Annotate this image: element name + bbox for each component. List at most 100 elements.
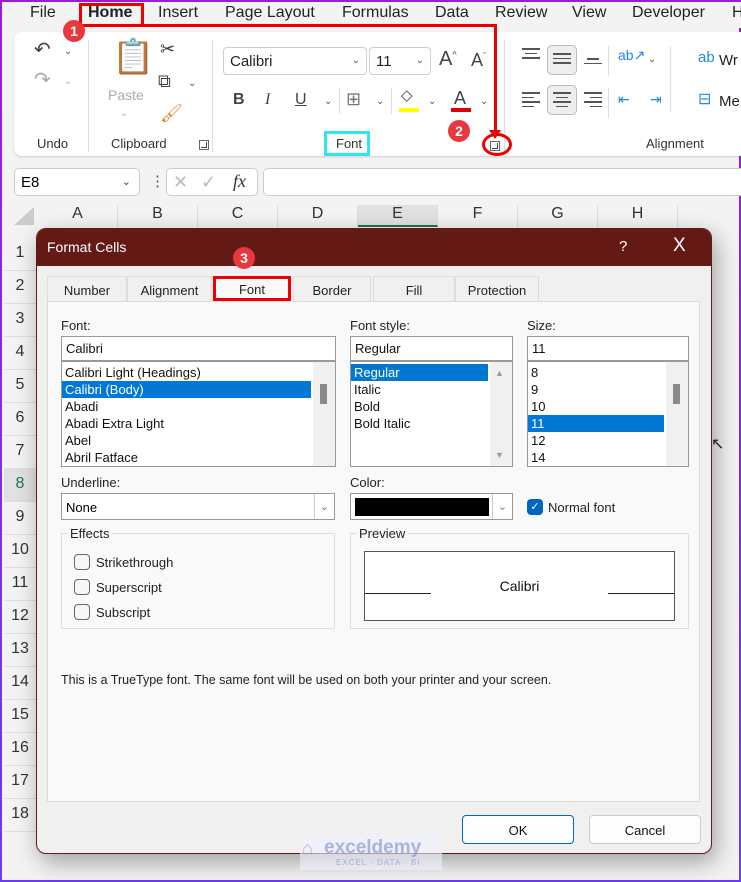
- font-style-input[interactable]: Regular: [350, 336, 513, 361]
- orientation-icon[interactable]: ab↗: [618, 48, 645, 62]
- row-header-7[interactable]: 7: [4, 436, 36, 469]
- increase-indent-icon[interactable]: ⇥: [650, 92, 662, 106]
- superscript-label[interactable]: Superscript: [96, 580, 162, 595]
- scrollbar-thumb[interactable]: [320, 384, 327, 404]
- font-list-item[interactable]: Abril Fatface: [62, 449, 311, 466]
- tab-developer[interactable]: Developer: [632, 4, 705, 22]
- decrease-indent-icon[interactable]: ⇤: [618, 92, 630, 106]
- wrap-text-icon[interactable]: ab: [698, 50, 715, 65]
- font-list-item[interactable]: Abadi: [62, 398, 311, 415]
- column-header-e[interactable]: E: [358, 205, 438, 227]
- tab-number[interactable]: Number: [47, 276, 127, 301]
- font-style-scrollbar[interactable]: ▲ ▼: [490, 362, 512, 466]
- font-list-item[interactable]: Calibri Light (Headings): [62, 364, 311, 381]
- help-button[interactable]: ?: [619, 238, 627, 255]
- normal-font-label[interactable]: Normal font: [548, 500, 615, 515]
- tab-view[interactable]: View: [572, 4, 606, 22]
- select-all-corner[interactable]: [14, 207, 34, 225]
- row-header-11[interactable]: 11: [4, 568, 36, 601]
- tab-file[interactable]: File: [30, 4, 56, 22]
- font-style-list-item[interactable]: Bold Italic: [351, 415, 488, 432]
- align-right-icon[interactable]: [584, 92, 602, 107]
- size-list-item[interactable]: 8: [528, 364, 664, 381]
- column-header-h[interactable]: H: [598, 205, 678, 227]
- copy-icon[interactable]: ⧉: [158, 72, 171, 90]
- font-size-combo[interactable]: 11 ⌄: [369, 47, 431, 75]
- font-list-item[interactable]: Calibri (Body): [62, 381, 311, 398]
- undo-icon[interactable]: ↶: [34, 40, 51, 60]
- size-list-item[interactable]: 10: [528, 398, 664, 415]
- row-header-6[interactable]: 6: [4, 403, 36, 436]
- font-color-dropdown-icon[interactable]: ⌄: [480, 96, 488, 107]
- row-header-18[interactable]: 18: [4, 799, 36, 832]
- tab-insert[interactable]: Insert: [158, 4, 198, 22]
- ok-button[interactable]: OK: [462, 815, 574, 844]
- row-header-3[interactable]: 3: [4, 304, 36, 337]
- merge-center-label[interactable]: Me: [719, 93, 740, 110]
- fill-color-icon[interactable]: ◇: [401, 88, 413, 103]
- font-color-icon[interactable]: A: [454, 89, 466, 107]
- borders-icon[interactable]: ⊞: [346, 90, 361, 108]
- font-style-list-item[interactable]: Regular: [351, 364, 488, 381]
- name-box[interactable]: E8 ⌄: [14, 168, 140, 196]
- underline-dropdown-icon[interactable]: ⌄: [324, 96, 332, 107]
- row-header-10[interactable]: 10: [4, 535, 36, 568]
- strikethrough-label[interactable]: Strikethrough: [96, 555, 173, 570]
- tab-fill[interactable]: Fill: [373, 276, 455, 301]
- copy-dropdown-icon[interactable]: ⌄: [188, 78, 196, 89]
- superscript-checkbox[interactable]: [74, 579, 90, 595]
- decrease-font-size-icon[interactable]: Aˇ: [471, 51, 486, 69]
- increase-font-size-icon[interactable]: A^: [439, 49, 457, 69]
- column-header-c[interactable]: C: [198, 205, 278, 227]
- underline-icon[interactable]: U: [295, 92, 307, 108]
- tab-review[interactable]: Review: [495, 4, 547, 22]
- insert-function-icon[interactable]: fx: [233, 171, 246, 192]
- font-style-list-item[interactable]: Bold: [351, 398, 488, 415]
- tab-data[interactable]: Data: [435, 4, 469, 22]
- color-select[interactable]: ⌄: [350, 493, 513, 520]
- paste-label[interactable]: Paste: [108, 87, 144, 103]
- tab-more[interactable]: H: [732, 4, 741, 22]
- column-header-f[interactable]: F: [438, 205, 518, 227]
- row-header-2[interactable]: 2: [4, 271, 36, 304]
- row-header-17[interactable]: 17: [4, 766, 36, 799]
- scrollbar-thumb[interactable]: [673, 384, 680, 404]
- row-header-9[interactable]: 9: [4, 502, 36, 535]
- scroll-up-icon[interactable]: ▲: [495, 368, 504, 378]
- tab-alignment[interactable]: Alignment: [127, 276, 212, 301]
- row-header-4[interactable]: 4: [4, 337, 36, 370]
- size-list-item[interactable]: 14: [528, 449, 664, 466]
- font-list-item[interactable]: Abel: [62, 432, 311, 449]
- align-bottom-icon[interactable]: [584, 58, 602, 72]
- align-top-icon[interactable]: [522, 48, 540, 62]
- row-header-12[interactable]: 12: [4, 601, 36, 634]
- column-header-b[interactable]: B: [118, 205, 198, 227]
- subscript-checkbox[interactable]: [74, 604, 90, 620]
- row-header-15[interactable]: 15: [4, 700, 36, 733]
- strikethrough-checkbox[interactable]: [74, 554, 90, 570]
- cancel-formula-icon[interactable]: ✕: [173, 172, 188, 193]
- column-header-g[interactable]: G: [518, 205, 598, 227]
- size-list-item[interactable]: 11: [528, 415, 664, 432]
- font-style-list-item[interactable]: Italic: [351, 381, 488, 398]
- font-list-scrollbar[interactable]: [313, 362, 335, 466]
- wrap-text-label[interactable]: Wr: [719, 52, 738, 69]
- font-style-list[interactable]: Regular Italic Bold Bold Italic ▲ ▼: [350, 361, 513, 467]
- paste-dropdown-icon[interactable]: ⌄: [120, 108, 128, 119]
- cancel-button[interactable]: Cancel: [589, 815, 701, 844]
- tab-border[interactable]: Border: [293, 276, 371, 301]
- borders-dropdown-icon[interactable]: ⌄: [376, 96, 384, 107]
- cut-icon[interactable]: ✂: [160, 40, 175, 58]
- row-header-14[interactable]: 14: [4, 667, 36, 700]
- orientation-dropdown-icon[interactable]: ⌄: [648, 54, 656, 65]
- subscript-label[interactable]: Subscript: [96, 605, 150, 620]
- column-header-a[interactable]: A: [38, 205, 118, 227]
- align-left-icon[interactable]: [522, 92, 540, 107]
- redo-dropdown-icon[interactable]: ⌄: [64, 76, 72, 87]
- row-header-8[interactable]: 8: [4, 469, 36, 502]
- dialog-titlebar[interactable]: Format Cells ? X: [37, 229, 711, 266]
- underline-select[interactable]: None ⌄: [61, 493, 335, 520]
- merge-center-icon[interactable]: ⊟: [698, 92, 711, 108]
- row-header-1[interactable]: 1: [4, 238, 36, 271]
- fill-color-dropdown-icon[interactable]: ⌄: [428, 96, 436, 107]
